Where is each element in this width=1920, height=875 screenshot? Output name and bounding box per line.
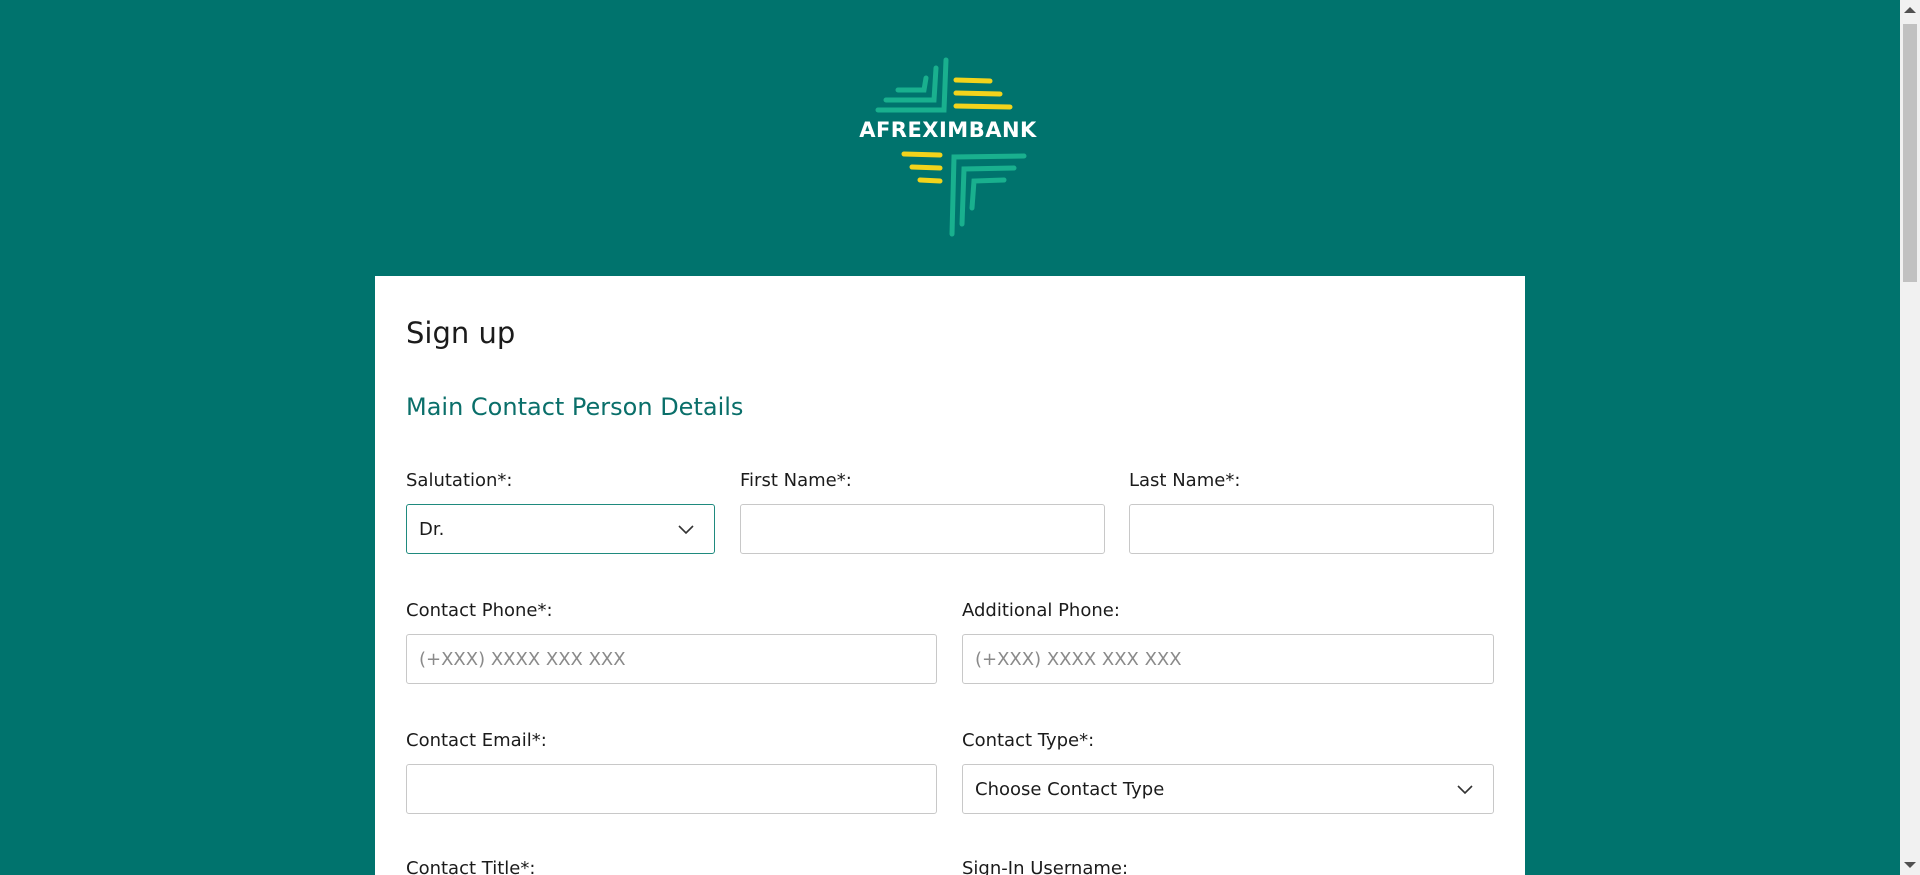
first-name-label: First Name*:	[740, 470, 852, 491]
contact-email-label: Contact Email*:	[406, 730, 547, 751]
section-title: Main Contact Person Details	[406, 393, 744, 421]
contact-type-value: Choose Contact Type	[975, 778, 1165, 800]
chevron-down-icon	[1457, 785, 1473, 795]
contact-type-select[interactable]: Choose Contact Type	[962, 764, 1494, 814]
contact-type-label: Contact Type*:	[962, 730, 1095, 751]
signup-card: Sign up Main Contact Person Details Salu…	[375, 276, 1525, 875]
last-name-input[interactable]	[1129, 504, 1494, 554]
additional-phone-input[interactable]: (+XXX) XXXX XXX XXX	[962, 634, 1494, 684]
chevron-down-icon	[678, 525, 694, 535]
logo-wordmark: AFREXIMBANK	[859, 118, 1037, 142]
salutation-value: Dr.	[419, 518, 445, 540]
additional-phone-placeholder: (+XXX) XXXX XXX XXX	[975, 648, 1182, 670]
first-name-input[interactable]	[740, 504, 1105, 554]
contact-phone-input[interactable]: (+XXX) XXXX XXX XXX	[406, 634, 937, 684]
scroll-thumb[interactable]	[1903, 24, 1917, 282]
additional-phone-label: Additional Phone:	[962, 600, 1120, 621]
page-title: Sign up	[406, 316, 516, 350]
logo-mark-icon	[875, 57, 1027, 237]
salutation-select[interactable]: Dr.	[406, 504, 715, 554]
contact-title-label: Contact Title*:	[406, 858, 536, 875]
contact-phone-placeholder: (+XXX) XXXX XXX XXX	[419, 648, 626, 670]
vertical-scrollbar[interactable]	[1900, 0, 1920, 875]
afreximbank-logo: AFREXIMBANK	[858, 56, 1038, 240]
scroll-up-arrow-icon[interactable]	[1904, 7, 1916, 13]
contact-phone-label: Contact Phone*:	[406, 600, 553, 621]
page: AFREXIMBANK Sign up Main Contact Person …	[0, 0, 1920, 875]
contact-email-input[interactable]	[406, 764, 937, 814]
signin-username-label: Sign-In Username:	[962, 858, 1129, 875]
salutation-label: Salutation*:	[406, 470, 513, 491]
last-name-label: Last Name*:	[1129, 470, 1241, 491]
scroll-down-arrow-icon[interactable]	[1904, 862, 1916, 868]
